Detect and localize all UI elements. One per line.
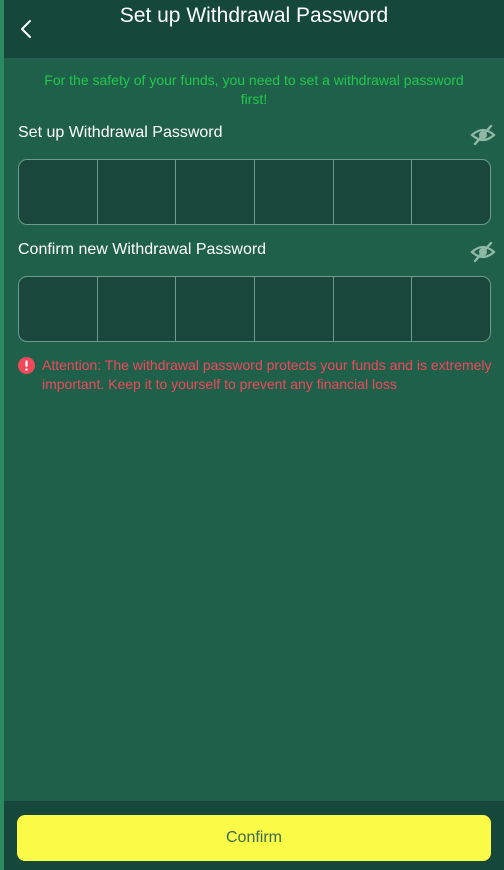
pin-cell[interactable] (255, 160, 334, 224)
pin-cell[interactable] (19, 277, 98, 341)
confirm-password-label: Confirm new Withdrawal Password (18, 241, 267, 258)
chevron-left-icon (21, 20, 31, 38)
exclamation-circle-icon (18, 357, 35, 374)
pin-cell[interactable] (98, 277, 177, 341)
pin-cell[interactable] (176, 277, 256, 341)
pin-cell[interactable] (255, 277, 334, 341)
pin-cell[interactable] (334, 160, 413, 224)
eye-off-icon[interactable] (470, 124, 496, 146)
pin-cell[interactable] (412, 277, 490, 341)
pin-cell[interactable] (98, 160, 177, 224)
attention-text: Attention: The withdrawal password prote… (42, 357, 492, 392)
confirm-password-input[interactable] (18, 276, 491, 342)
attention-message: Attention: The withdrawal password prote… (18, 356, 492, 394)
back-button[interactable] (12, 14, 40, 44)
safety-notice: For the safety of your funds, you need t… (44, 72, 464, 107)
pin-cell[interactable] (334, 277, 413, 341)
page-title: Set up Withdrawal Password (119, 4, 389, 27)
confirm-button[interactable]: Confirm (17, 815, 491, 861)
eye-off-icon[interactable] (470, 241, 496, 263)
footer-bar: Confirm (4, 801, 504, 870)
pin-cell[interactable] (412, 160, 490, 224)
pin-cell[interactable] (176, 160, 256, 224)
set-password-label: Set up Withdrawal Password (18, 124, 223, 141)
set-password-input[interactable] (18, 159, 491, 225)
header-bar: Set up Withdrawal Password (4, 0, 504, 58)
pin-cell[interactable] (19, 160, 98, 224)
withdrawal-password-screen: Set up Withdrawal Password For the safet… (0, 0, 504, 870)
